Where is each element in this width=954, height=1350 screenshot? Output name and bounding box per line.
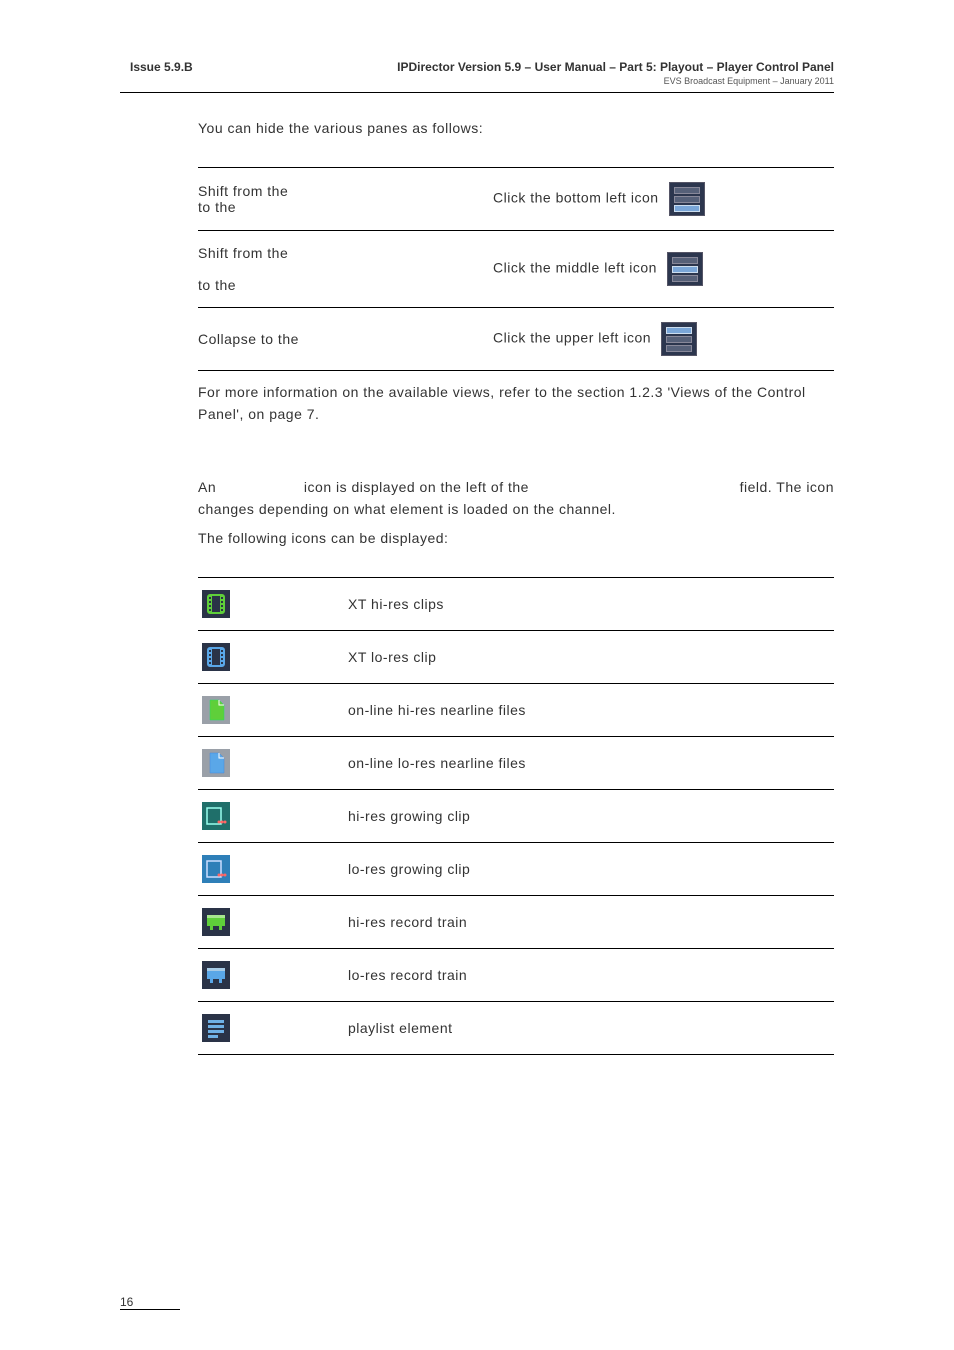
cell-text: Click the upper left icon — [493, 330, 651, 346]
lo-res-record-train-icon — [202, 961, 230, 989]
text: icon is displayed on the left of the — [304, 479, 529, 495]
online-hi-res-nearline-icon — [202, 696, 230, 724]
icon-label: on-line hi-res nearline files — [348, 683, 834, 736]
view-shift-label: Shift from the to the — [198, 168, 373, 231]
doc-title: IPDirector Version 5.9 – User Manual – P… — [397, 60, 834, 74]
cell-text: Click the bottom left icon — [493, 190, 659, 206]
middle-view-icon — [667, 252, 703, 286]
online-lo-res-nearline-icon — [202, 749, 230, 777]
bottom-view-icon — [669, 182, 705, 216]
icon-cell — [198, 789, 348, 842]
table-row: Shift from the to the Click the bottom l… — [198, 168, 834, 231]
cell-text: to the — [198, 199, 236, 215]
table-row: XT hi-res clips — [198, 577, 834, 630]
icon-cell — [198, 577, 348, 630]
intro-paragraph: You can hide the various panes as follow… — [198, 118, 834, 139]
table-row: on-line hi-res nearline files — [198, 683, 834, 736]
playlist-element-icon — [202, 1014, 230, 1042]
icon-cell — [198, 736, 348, 789]
icon-label: on-line lo-res nearline files — [348, 736, 834, 789]
icon-label: playlist element — [348, 1001, 834, 1054]
table-row: on-line lo-res nearline files — [198, 736, 834, 789]
view-action: Click the middle left icon — [373, 231, 834, 308]
icon-label: lo-res growing clip — [348, 842, 834, 895]
icon-label: hi-res record train — [348, 895, 834, 948]
icon-cell — [198, 1001, 348, 1054]
icon-cell — [198, 842, 348, 895]
text: changes depending on what element is loa… — [198, 498, 834, 520]
hi-res-growing-clip-icon — [202, 802, 230, 830]
icons-table: XT hi-res clipsXT lo-res clipon-line hi-… — [198, 577, 834, 1055]
table-row: lo-res record train — [198, 948, 834, 1001]
table-row: hi-res growing clip — [198, 789, 834, 842]
icon-cell — [198, 895, 348, 948]
icon-cell — [198, 683, 348, 736]
table-row: hi-res record train — [198, 895, 834, 948]
hi-res-record-train-icon — [202, 908, 230, 936]
icon-label: lo-res record train — [348, 948, 834, 1001]
xt-lo-res-clip-icon — [202, 643, 230, 671]
table-row: Shift from the to the Click the middle l… — [198, 231, 834, 308]
table-row: XT lo-res clip — [198, 630, 834, 683]
upper-view-icon — [661, 322, 697, 356]
lo-res-growing-clip-icon — [202, 855, 230, 883]
issue-label: Issue 5.9.B — [130, 60, 193, 74]
table-row: Collapse to the Click the upper left ico… — [198, 308, 834, 371]
icon-label: XT lo-res clip — [348, 630, 834, 683]
icon-label: hi-res growing clip — [348, 789, 834, 842]
xt-hi-res-clips-icon — [202, 590, 230, 618]
header-right: IPDirector Version 5.9 – User Manual – P… — [397, 60, 834, 86]
table-row: playlist element — [198, 1001, 834, 1054]
page-number: 16 — [120, 1295, 180, 1310]
element-icon-paragraph: An icon is displayed on the left of the … — [198, 476, 834, 549]
text: field. The icon — [740, 476, 834, 498]
text: The following icons can be displayed: — [198, 527, 834, 549]
cell-text: to the — [198, 277, 236, 293]
view-shift-label: Shift from the to the — [198, 231, 373, 308]
text: An — [198, 479, 216, 495]
views-table: Shift from the to the Click the bottom l… — [198, 167, 834, 371]
cell-text: Click the middle left icon — [493, 260, 657, 276]
view-action: Click the bottom left icon — [373, 168, 834, 231]
header-divider — [120, 92, 834, 93]
doc-subtitle: EVS Broadcast Equipment – January 2011 — [397, 76, 834, 86]
cell-text: Shift from the — [198, 245, 288, 261]
cell-text: Collapse to the — [198, 331, 299, 347]
view-collapse-label: Collapse to the — [198, 308, 373, 371]
icon-cell — [198, 630, 348, 683]
icon-label: XT hi-res clips — [348, 577, 834, 630]
cell-text: Shift from the — [198, 183, 288, 199]
views-note: For more information on the available vi… — [198, 381, 834, 426]
icon-cell — [198, 948, 348, 1001]
table-row: lo-res growing clip — [198, 842, 834, 895]
view-action: Click the upper left icon — [373, 308, 834, 371]
